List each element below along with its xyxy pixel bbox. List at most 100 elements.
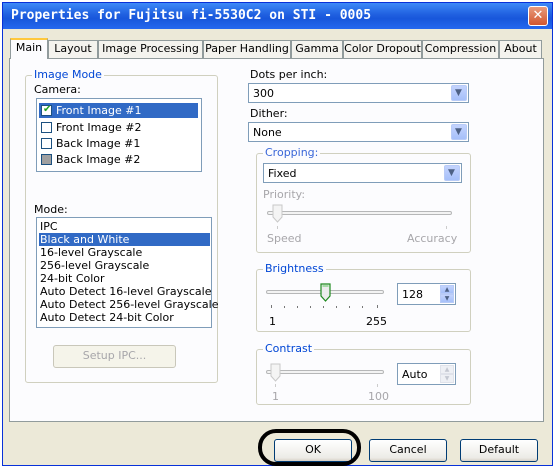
brightness-min-label: 1 bbox=[269, 315, 276, 328]
tab-compression[interactable]: Compression bbox=[422, 40, 499, 58]
dither-value: None bbox=[253, 126, 282, 139]
slider-tick bbox=[271, 305, 272, 308]
tab-label: Layout bbox=[54, 42, 92, 55]
checkbox-front-1[interactable]: ✔ bbox=[41, 104, 52, 116]
chevron-down-icon[interactable]: ▼ bbox=[451, 85, 467, 101]
slider-tick bbox=[284, 306, 285, 308]
contrast-value: Auto bbox=[402, 368, 428, 381]
ok-highlight-oval bbox=[258, 429, 361, 466]
slider-tick bbox=[323, 306, 324, 308]
cropping-label: Cropping: bbox=[263, 146, 321, 159]
tab-about[interactable]: About bbox=[499, 40, 542, 58]
image-mode-group: Image Mode Camera: ✔ Front Image #1 Fron… bbox=[25, 68, 218, 383]
close-icon: ✕ bbox=[532, 8, 544, 23]
checkbox-back-2[interactable] bbox=[41, 154, 52, 165]
priority-label: Priority: bbox=[263, 188, 306, 201]
default-button[interactable]: Default bbox=[460, 439, 538, 462]
image-mode-label: Image Mode bbox=[32, 68, 104, 81]
slider-tick bbox=[362, 306, 363, 308]
camera-item-label: Front Image #1 bbox=[56, 104, 142, 117]
checkbox-back-1[interactable] bbox=[41, 138, 52, 149]
cropping-select[interactable]: Fixed ▼ bbox=[263, 163, 462, 183]
tab-main[interactable]: Main bbox=[10, 38, 48, 59]
dither-label: Dither: bbox=[250, 107, 288, 120]
contrast-slider-thumb[interactable] bbox=[270, 363, 281, 382]
brightness-value: 128 bbox=[402, 288, 423, 301]
main-tab-panel: Image Mode Camera: ✔ Front Image #1 Fron… bbox=[9, 58, 544, 422]
tab-gamma[interactable]: Gamma bbox=[291, 40, 343, 58]
camera-item-label: Back Image #2 bbox=[56, 153, 141, 166]
mode-item[interactable]: Auto Detect 256-level Grayscale bbox=[39, 298, 218, 311]
contrast-group: Contrast 1 100 Auto ▲ ▼ bbox=[256, 342, 471, 405]
spin-down-icon[interactable]: ▼ bbox=[440, 294, 454, 303]
setup-ipc-button[interactable]: Setup IPC... bbox=[53, 345, 176, 368]
contrast-max-label: 100 bbox=[368, 390, 389, 403]
dpi-value: 300 bbox=[253, 87, 274, 100]
camera-item-label: Back Image #1 bbox=[56, 137, 141, 150]
camera-item-front-1[interactable]: ✔ Front Image #1 bbox=[39, 103, 198, 118]
slider-tick bbox=[275, 384, 276, 387]
priority-slider-track[interactable] bbox=[267, 211, 452, 215]
spin-up-icon[interactable]: ▲ bbox=[440, 365, 454, 374]
slider-tick bbox=[446, 226, 447, 229]
camera-item-back-1[interactable]: Back Image #1 bbox=[39, 136, 198, 151]
camera-item-label: Front Image #2 bbox=[56, 121, 142, 134]
mode-item[interactable]: Auto Detect 24-bit Color bbox=[39, 311, 210, 324]
tab-color-dropout[interactable]: Color Dropout bbox=[343, 40, 422, 58]
brightness-max-label: 255 bbox=[366, 315, 387, 328]
chevron-down-icon[interactable]: ▼ bbox=[451, 124, 467, 140]
camera-list[interactable]: ✔ Front Image #1 Front Image #2 Back Ima… bbox=[36, 98, 202, 172]
slider-tick bbox=[336, 306, 337, 308]
slider-tick bbox=[297, 306, 298, 308]
checkmark-icon: ✔ bbox=[43, 104, 52, 115]
mode-item[interactable]: 16-level Grayscale bbox=[39, 246, 210, 259]
tab-label: Image Processing bbox=[102, 42, 199, 55]
chevron-down-icon[interactable]: ▼ bbox=[444, 165, 460, 181]
checkbox-front-2[interactable] bbox=[41, 122, 52, 133]
camera-item-back-2[interactable]: Back Image #2 bbox=[39, 152, 198, 167]
brightness-group: Brightness 1 255 128 ▲ ▼ bbox=[256, 262, 471, 332]
tab-paper-handling[interactable]: Paper Handling bbox=[203, 40, 291, 58]
mode-item[interactable]: 256-level Grayscale bbox=[39, 259, 210, 272]
dither-select[interactable]: None ▼ bbox=[248, 122, 469, 142]
slider-tick bbox=[377, 305, 378, 308]
brightness-label: Brightness bbox=[263, 262, 326, 275]
cancel-button[interactable]: Cancel bbox=[369, 439, 447, 462]
tab-layout[interactable]: Layout bbox=[48, 40, 98, 58]
camera-label: Camera: bbox=[34, 83, 81, 96]
priority-max-label: Accuracy bbox=[407, 232, 458, 245]
mode-list[interactable]: IPC Black and White 16-level Grayscale 2… bbox=[36, 217, 218, 328]
mode-item[interactable]: 24-bit Color bbox=[39, 272, 210, 285]
window-title: Properties for Fujitsu fi-5530C2 on STI … bbox=[11, 8, 372, 23]
tab-label: About bbox=[504, 42, 537, 55]
tab-label: Color Dropout bbox=[344, 42, 421, 55]
priority-min-label: Speed bbox=[267, 232, 302, 245]
mode-item[interactable]: Auto Detect 16-level Grayscale bbox=[39, 285, 211, 298]
close-button[interactable]: ✕ bbox=[528, 6, 548, 26]
brightness-spinbox[interactable]: 128 ▲ ▼ bbox=[397, 283, 456, 305]
slider-tick bbox=[349, 306, 350, 308]
mode-label: Mode: bbox=[34, 203, 68, 216]
cropping-group: Cropping: Fixed ▼ Priority: Speed Accura… bbox=[256, 146, 471, 253]
contrast-slider-track[interactable] bbox=[266, 370, 384, 374]
dpi-label: Dots per inch: bbox=[250, 68, 328, 81]
dpi-select[interactable]: 300 ▼ bbox=[248, 83, 469, 103]
contrast-label: Contrast bbox=[263, 342, 315, 355]
mode-item[interactable]: Black and White bbox=[39, 233, 210, 246]
slider-tick bbox=[277, 226, 278, 229]
title-bar[interactable]: Properties for Fujitsu fi-5530C2 on STI … bbox=[3, 3, 552, 29]
contrast-min-label: 1 bbox=[272, 390, 279, 403]
tab-label: Gamma bbox=[295, 42, 339, 55]
mode-item[interactable]: IPC bbox=[39, 220, 210, 233]
priority-slider-thumb[interactable] bbox=[272, 204, 283, 223]
tab-label: Paper Handling bbox=[205, 42, 289, 55]
tab-image-processing[interactable]: Image Processing bbox=[98, 40, 203, 58]
slider-tick bbox=[377, 384, 378, 387]
spin-up-icon[interactable]: ▲ bbox=[440, 285, 454, 294]
tab-label: Main bbox=[15, 41, 43, 54]
camera-item-front-2[interactable]: Front Image #2 bbox=[39, 120, 198, 135]
spin-down-icon[interactable]: ▼ bbox=[440, 374, 454, 383]
tab-label: Compression bbox=[424, 42, 497, 55]
contrast-spinbox[interactable]: Auto ▲ ▼ bbox=[397, 363, 456, 385]
brightness-slider-thumb[interactable] bbox=[320, 283, 331, 302]
